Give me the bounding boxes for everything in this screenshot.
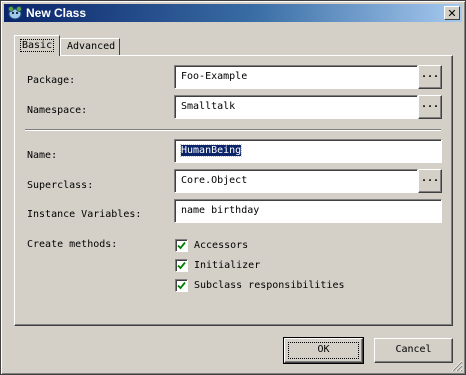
close-button[interactable]: ✕	[444, 6, 460, 20]
superclass-browse-label: ...	[420, 173, 440, 184]
namespace-field[interactable]: Smalltalk	[174, 95, 418, 119]
section-divider	[25, 129, 441, 131]
namespace-browse-button[interactable]: ...	[418, 95, 442, 119]
tab-basic-label: Basic	[19, 39, 55, 52]
checkmark-icon	[177, 261, 186, 270]
basic-tab-panel: Package: Foo-Example ... Namespace: Smal…	[14, 55, 453, 326]
instance-variables-label: Instance Variables:	[27, 209, 142, 220]
close-icon: ✕	[447, 6, 457, 20]
name-input[interactable]: HumanBeing	[174, 139, 442, 163]
name-value-selected: HumanBeing	[179, 144, 243, 157]
package-browse-button[interactable]: ...	[418, 65, 442, 89]
package-field[interactable]: Foo-Example	[174, 65, 418, 89]
initializer-checkbox[interactable]	[175, 259, 188, 272]
new-class-dialog: New Class ✕ Basic Advanced Package: Foo-…	[0, 0, 466, 375]
tab-advanced[interactable]: Advanced	[60, 38, 120, 56]
tab-advanced-label: Advanced	[67, 41, 116, 52]
ok-focus-ring	[288, 342, 359, 359]
subclass-responsibilities-label: Subclass responsibilities	[194, 280, 345, 291]
superclass-value: Core.Object	[181, 175, 248, 186]
tab-basic[interactable]: Basic	[14, 35, 60, 56]
namespace-value: Smalltalk	[181, 101, 236, 112]
namespace-label: Namespace:	[27, 105, 88, 116]
cancel-button[interactable]: Cancel	[374, 338, 453, 363]
ok-button[interactable]: OK	[283, 337, 364, 364]
superclass-field[interactable]: Core.Object	[174, 169, 418, 193]
resize-grip-icon[interactable]	[451, 360, 463, 372]
namespace-browse-label: ...	[420, 99, 440, 110]
package-value: Foo-Example	[181, 71, 248, 82]
subclass-responsibilities-checkbox[interactable]	[175, 279, 188, 292]
accessors-checkbox[interactable]	[175, 239, 188, 252]
window-title: New Class	[26, 6, 87, 20]
squeak-mouse-icon	[7, 5, 23, 21]
instance-variables-value: name birthday	[181, 205, 260, 216]
create-methods-label: Create methods:	[27, 239, 118, 250]
superclass-browse-button[interactable]: ...	[418, 169, 442, 193]
package-label: Package:	[27, 75, 76, 86]
name-label: Name:	[27, 150, 58, 161]
instance-variables-input[interactable]: name birthday	[174, 199, 442, 223]
package-browse-label: ...	[420, 69, 440, 80]
superclass-label: Superclass:	[27, 180, 94, 191]
checkmark-icon	[177, 241, 186, 250]
accessors-label: Accessors	[194, 240, 249, 251]
initializer-label: Initializer	[194, 260, 261, 271]
checkmark-icon	[177, 281, 186, 290]
cancel-label: Cancel	[395, 344, 432, 355]
title-bar[interactable]: New Class ✕	[4, 4, 462, 22]
